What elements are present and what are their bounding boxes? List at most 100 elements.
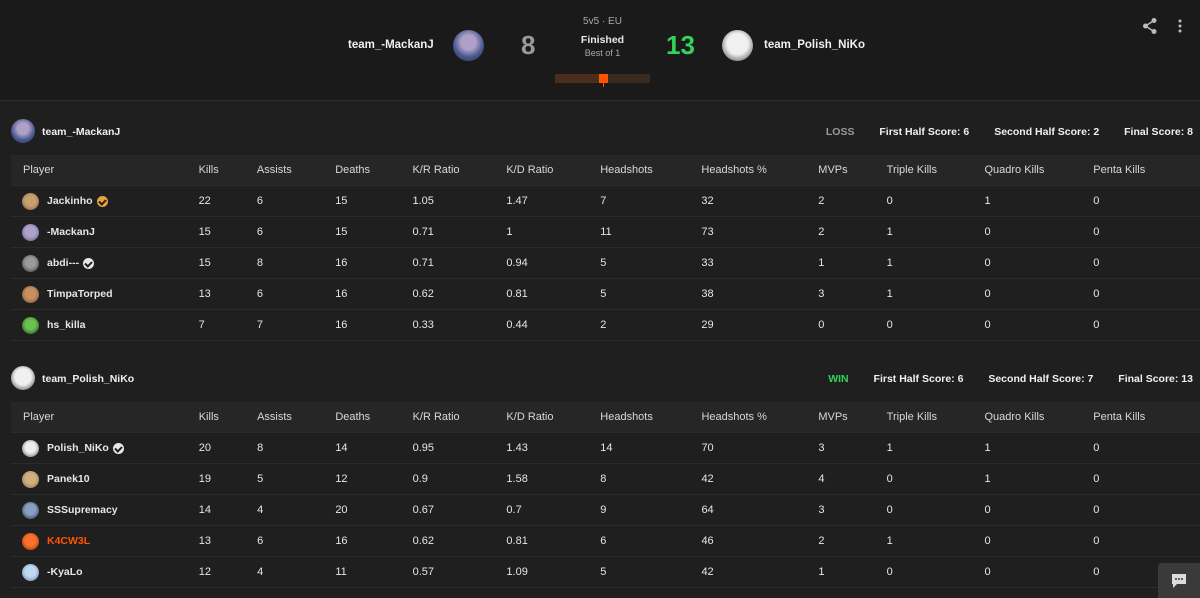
team-2-stats-table: Player Kills Assists Deaths K/R Ratio K/D Rat…: [11, 402, 1200, 588]
player-name[interactable]: Panek10: [47, 473, 90, 485]
player-name[interactable]: -MackanJ: [47, 226, 95, 238]
left-team-avatar[interactable]: [453, 30, 484, 61]
stat-cell: 12: [335, 463, 413, 495]
stat-cell: 2: [818, 216, 887, 248]
stat-cell: 15: [335, 216, 413, 248]
stat-cell: 4: [257, 556, 336, 588]
column-header: Penta Kills: [1093, 402, 1200, 433]
team-2-header: team_Polish_NiKo WIN First Half Score: 6…: [0, 364, 1200, 394]
player-avatar[interactable]: [22, 439, 39, 457]
match-format: Best of 1: [584, 48, 621, 58]
player-cell: TimpaTorped: [11, 278, 199, 310]
stat-cell: 0: [1093, 463, 1200, 495]
player-avatar[interactable]: [22, 470, 39, 488]
right-team-score: 13: [666, 30, 695, 60]
player-avatar[interactable]: [22, 285, 39, 303]
stat-cell: 0: [886, 463, 985, 495]
premium-badge-icon: [96, 195, 108, 207]
player-name[interactable]: TimpaTorped: [47, 288, 113, 300]
player-avatar[interactable]: [22, 501, 39, 519]
player-name[interactable]: hs_killa: [47, 319, 86, 331]
column-header: Triple Kills: [886, 402, 985, 433]
stat-cell: 12: [198, 556, 258, 588]
stat-cell: 1: [506, 216, 601, 248]
team-1-scores: LOSS First Half Score: 6 Second Half Sco…: [804, 126, 1193, 138]
round-progress-marker: [599, 74, 608, 83]
player-row: SSSupremacy 14 4 20 0.67 0.7 9 64 3 0 0 0: [11, 494, 1200, 526]
table-header-row: Player Kills Assists Deaths K/R Ratio K/D Rat…: [11, 402, 1200, 433]
chat-button[interactable]: [1158, 563, 1200, 598]
stat-cell: 15: [198, 247, 257, 279]
player-avatar[interactable]: [22, 532, 39, 550]
player-avatar[interactable]: [22, 192, 39, 210]
stat-cell: 38: [701, 278, 819, 310]
stat-cell: 7: [198, 309, 257, 341]
column-header: K/R Ratio: [412, 402, 507, 433]
player-avatar[interactable]: [22, 223, 39, 241]
stat-cell: 16: [335, 525, 413, 557]
left-team-name[interactable]: team_-MackanJ: [348, 39, 434, 51]
stat-cell: 29: [701, 309, 819, 341]
stat-cell: 0: [886, 494, 985, 526]
stat-cell: 0: [1093, 185, 1200, 217]
stat-cell: 1.58: [506, 463, 601, 495]
column-header: Deaths: [335, 402, 413, 433]
column-header: K/D Ratio: [506, 155, 601, 186]
player-name[interactable]: SSSupremacy: [47, 504, 118, 516]
team-2-name[interactable]: team_Polish_NiKo: [42, 373, 134, 385]
more-vertical-icon[interactable]: [1177, 17, 1183, 35]
stat-cell: 0: [984, 556, 1094, 588]
column-header: Assists: [256, 155, 336, 186]
player-name[interactable]: abdi---: [47, 257, 79, 269]
column-header: Player: [11, 155, 199, 186]
player-row: K4CW3L 13 6 16 0.62 0.81 6 46 2 1 0 0: [11, 525, 1200, 557]
team-1-name[interactable]: team_-MackanJ: [42, 126, 120, 138]
player-name[interactable]: -KyaLo: [47, 566, 83, 578]
stat-cell: 33: [701, 247, 819, 279]
stat-cell: 0: [1093, 216, 1200, 248]
column-header: MVPs: [818, 155, 887, 186]
player-avatar[interactable]: [22, 563, 39, 581]
stat-cell: 6: [257, 525, 336, 557]
player-avatar[interactable]: [22, 316, 39, 334]
match-status: Finished: [580, 34, 625, 46]
team-1-avatar: [11, 119, 35, 143]
stat-cell: 1: [886, 216, 985, 248]
stat-cell: 0.33: [412, 309, 507, 341]
right-team-avatar[interactable]: [722, 30, 753, 61]
share-icon[interactable]: [1142, 17, 1158, 35]
player-cell: hs_killa: [11, 309, 199, 341]
left-team-score: 8: [521, 30, 536, 60]
stat-cell: 15: [198, 216, 257, 248]
stat-cell: 16: [335, 309, 413, 341]
stat-cell: 1: [984, 185, 1094, 217]
stat-cell: 0.67: [412, 494, 507, 526]
player-name[interactable]: Polish_NiKo: [47, 442, 109, 454]
team-2-scores: WIN First Half Score: 6 Second Half Scor…: [806, 373, 1193, 385]
stat-cell: 0.71: [412, 216, 507, 248]
stat-cell: 13: [198, 525, 258, 557]
stat-cell: 1.43: [506, 432, 601, 464]
stat-cell: 0: [984, 309, 1094, 341]
stat-cell: 3: [818, 278, 887, 310]
stat-cell: 0: [1093, 278, 1200, 310]
team-1-second-half: Second Half Score: 2: [994, 126, 1100, 138]
stat-cell: 22: [198, 185, 257, 217]
team-2-result: WIN: [828, 373, 849, 385]
stat-cell: 2: [818, 525, 887, 557]
stat-cell: 2: [818, 185, 887, 217]
stat-cell: 5: [600, 556, 702, 588]
round-progress-bar: [555, 74, 650, 87]
stat-cell: 0: [984, 494, 1094, 526]
right-team-name[interactable]: team_Polish_NiKo: [764, 39, 865, 51]
player-name[interactable]: Jackinho: [47, 195, 93, 207]
stat-cell: 6: [256, 216, 336, 248]
player-row: Jackinho 22 6 15 1.05 1.47 7 32 2 0 1 0: [11, 185, 1200, 217]
stat-cell: 0: [886, 556, 985, 588]
table-header-row: Player Kills Assists Deaths K/R Ratio K/D Rat…: [11, 155, 1200, 186]
player-avatar[interactable]: [22, 254, 39, 272]
player-name[interactable]: K4CW3L: [47, 535, 90, 547]
player-row: hs_killa 7 7 16 0.33 0.44 2 29 0 0 0 0: [11, 309, 1200, 341]
stat-cell: 0.62: [412, 278, 507, 310]
stat-cell: 0.71: [412, 247, 507, 279]
